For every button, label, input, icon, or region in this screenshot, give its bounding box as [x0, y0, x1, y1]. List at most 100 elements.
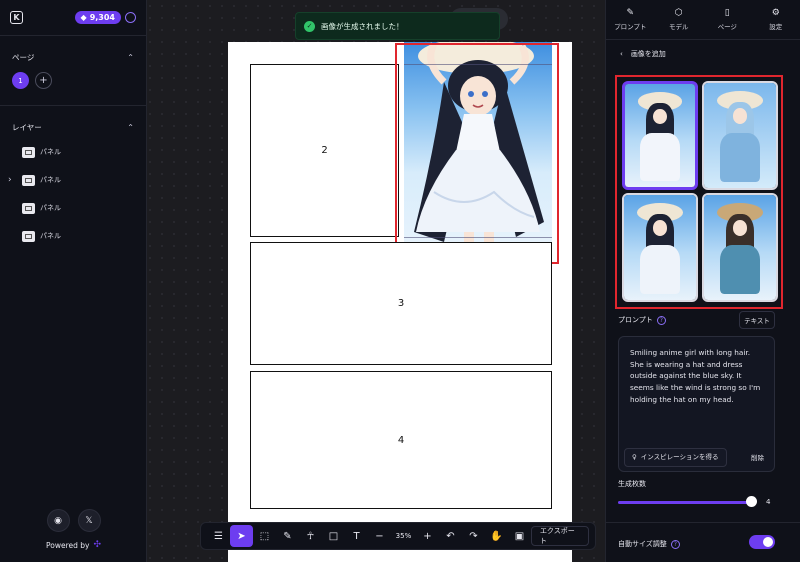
- comic-panel-4[interactable]: 4: [250, 371, 552, 509]
- layers-title: レイヤー: [12, 122, 42, 132]
- help-icon[interactable]: ?: [670, 539, 680, 549]
- layer-list: パネル › パネル パネル パネル: [0, 138, 146, 250]
- social-links: ◉ 𝕏: [0, 509, 147, 532]
- discord-icon[interactable]: ◉: [46, 509, 70, 532]
- tab-page[interactable]: ▯ ページ: [703, 0, 752, 39]
- layer-item[interactable]: › パネル: [0, 166, 146, 194]
- zoom-level: 35%: [395, 532, 412, 540]
- chevron-up-icon[interactable]: ⌃: [127, 53, 134, 62]
- x-icon[interactable]: 𝕏: [77, 509, 101, 532]
- inspiration-label: インスピレーションを得る: [640, 453, 719, 462]
- help-icon[interactable]: ?: [656, 315, 666, 325]
- sidebar-header: K ◆ 9,304: [0, 0, 146, 36]
- toast-message: 画像が生成されました！: [321, 21, 404, 31]
- pen-tool-icon[interactable]: ✎: [276, 525, 299, 547]
- layer-label: パネル: [40, 232, 61, 240]
- tab-prompt[interactable]: ✎ プロンプト: [606, 0, 655, 39]
- auto-size-toggle[interactable]: [749, 535, 775, 549]
- add-image-title: 画像を追加: [630, 50, 666, 58]
- sidebar-footer: ◉ 𝕏 Powered by ✣: [0, 509, 147, 550]
- panel-layer-icon: [22, 230, 35, 242]
- credits-badge[interactable]: ◆ 9,304: [74, 11, 121, 24]
- text-tool-icon[interactable]: T: [345, 525, 368, 547]
- panel-layer-icon: [22, 146, 35, 158]
- expand-caret-icon[interactable]: ›: [8, 175, 22, 185]
- select-pointer-icon[interactable]: ➤: [230, 525, 253, 547]
- text-mode-button[interactable]: テキスト: [739, 311, 775, 329]
- collapse-sidebar-icon[interactable]: K: [10, 11, 23, 24]
- page-chip-1[interactable]: 1: [12, 72, 29, 89]
- zoom-in-icon[interactable]: +: [416, 525, 439, 547]
- count-slider-track[interactable]: [618, 501, 754, 504]
- layer-item[interactable]: パネル: [0, 194, 146, 222]
- count-slider-handle[interactable]: [746, 496, 757, 507]
- prompt-textarea[interactable]: Smiling anime girl with long hair. She i…: [618, 336, 775, 472]
- redo-icon[interactable]: ↷: [462, 525, 485, 547]
- count-value: 4: [766, 498, 771, 506]
- powered-by: Powered by ✣: [0, 540, 147, 550]
- auto-size-label: 自動サイズ調整: [618, 540, 667, 548]
- tab-label: ページ: [717, 23, 737, 31]
- add-page-button[interactable]: +: [35, 72, 52, 89]
- layer-label: パネル: [40, 204, 61, 212]
- credits-count: 9,304: [89, 13, 115, 22]
- comic-panel-3[interactable]: 3: [250, 242, 552, 365]
- manga-page[interactable]: 2 3 4: [228, 42, 572, 562]
- panel-number: 4: [397, 434, 405, 446]
- hand-tool-icon[interactable]: ✋: [485, 525, 508, 547]
- powered-by-label: Powered by: [45, 540, 90, 550]
- tab-settings[interactable]: ⚙ 設定: [752, 0, 800, 39]
- zoom-out-icon[interactable]: −: [368, 525, 391, 547]
- pose-tool-icon[interactable]: ☥: [299, 525, 322, 547]
- gear-icon: ⚙: [771, 8, 780, 18]
- right-sidebar: ✎ プロンプト ⬡ モデル ▯ ページ ⚙ 設定 ‹ 画像を追加 プロンプト ?…: [605, 0, 800, 562]
- delete-button[interactable]: 削除: [751, 453, 764, 463]
- cube-icon: ⬡: [674, 8, 683, 18]
- tab-label: モデル: [669, 23, 689, 31]
- save-icon[interactable]: ▣: [508, 525, 531, 547]
- layer-item[interactable]: パネル: [0, 138, 146, 166]
- thumbnail-1[interactable]: [622, 81, 698, 190]
- thumbnail-2[interactable]: [702, 81, 778, 190]
- tab-label: 設定: [769, 23, 783, 31]
- back-chevron-icon[interactable]: ‹: [620, 50, 623, 58]
- rectangle-tool-icon[interactable]: □: [322, 525, 345, 547]
- inspiration-button[interactable]: ♀ インスピレーションを得る: [624, 448, 727, 467]
- thumbnail-3[interactable]: [622, 193, 698, 302]
- divider: [606, 522, 800, 523]
- add-image-header[interactable]: ‹ 画像を追加: [606, 40, 800, 68]
- divider: [0, 105, 146, 106]
- layer-label: パネル: [40, 176, 61, 184]
- panel-number: 2: [321, 145, 328, 156]
- comic-panel-2[interactable]: 2: [250, 64, 399, 237]
- pages-section-header[interactable]: ページ ⌃: [0, 46, 146, 68]
- image-highlight-frame: [395, 43, 559, 264]
- history-icon[interactable]: [125, 12, 136, 23]
- panel-layer-icon: [22, 174, 35, 186]
- check-icon: ✓: [304, 20, 315, 32]
- brand-logo-icon: ✣: [93, 540, 102, 550]
- count-label-row: 生成枚数: [618, 479, 646, 489]
- diamond-icon: ◆: [80, 13, 87, 22]
- layers-section-header[interactable]: レイヤー ⌃: [0, 116, 146, 138]
- tab-model[interactable]: ⬡ モデル: [655, 0, 704, 39]
- lightbulb-icon: ♀: [632, 453, 637, 462]
- panel-number: 3: [397, 298, 405, 309]
- thumbnail-4[interactable]: [702, 193, 778, 302]
- chevron-up-icon[interactable]: ⌃: [127, 123, 134, 132]
- prompt-label: プロンプト: [618, 316, 653, 324]
- prompt-label-row: プロンプト ?: [618, 315, 666, 325]
- auto-size-row: 自動サイズ調整 ?: [618, 539, 680, 549]
- undo-icon[interactable]: ↶: [439, 525, 462, 547]
- pages-title: ページ: [12, 52, 35, 62]
- count-label: 生成枚数: [618, 480, 646, 488]
- panel-layer-icon: [22, 202, 35, 214]
- menu-icon[interactable]: ☰: [207, 525, 230, 547]
- export-button[interactable]: エクスポート: [530, 526, 589, 546]
- pen-icon: ✎: [626, 8, 635, 18]
- page-icon: ▯: [724, 8, 730, 18]
- right-tabs: ✎ プロンプト ⬡ モデル ▯ ページ ⚙ 設定: [606, 0, 800, 40]
- page-list: 1 +: [0, 68, 146, 93]
- layer-item[interactable]: パネル: [0, 222, 146, 250]
- marquee-select-icon[interactable]: ⬚: [253, 525, 276, 547]
